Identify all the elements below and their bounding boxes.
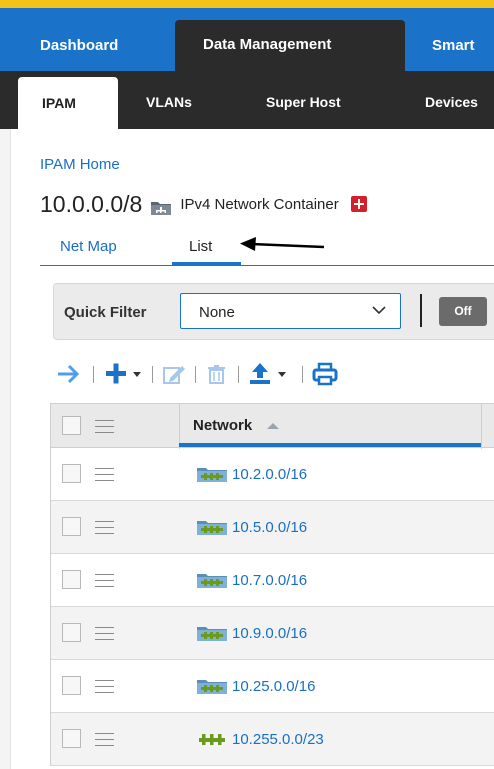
- table-row[interactable]: 10.25.0.0/16: [51, 660, 494, 713]
- subtab-super-host[interactable]: Super Host: [266, 94, 341, 110]
- main-nav: Dashboard Data Management Smart: [0, 8, 494, 71]
- row-checkbox[interactable]: [62, 464, 81, 483]
- quick-filter-bar: Quick Filter None Off: [53, 283, 494, 340]
- row-menu-icon[interactable]: [95, 733, 114, 746]
- tab-data-management[interactable]: Data Management: [175, 20, 405, 71]
- toolbar-separator: [93, 366, 94, 383]
- toolbar-separator: [238, 366, 239, 383]
- network-container-icon: [197, 574, 227, 588]
- quick-filter-value: None: [199, 304, 235, 321]
- tab-net-map[interactable]: Net Map: [60, 238, 117, 255]
- table-row[interactable]: 10.9.0.0/16: [51, 607, 494, 660]
- row-checkbox[interactable]: [62, 570, 81, 589]
- network-container-icon: [150, 199, 172, 216]
- page-title: 10.0.0.0/8: [40, 190, 143, 217]
- network-link[interactable]: 10.25.0.0/16: [232, 678, 315, 695]
- toolbar-separator: [302, 366, 303, 383]
- network-container-icon: [197, 521, 227, 535]
- import-icon[interactable]: [248, 360, 292, 388]
- network-icon: [199, 734, 225, 745]
- divider: [420, 294, 422, 327]
- table-row[interactable]: 10.5.0.0/16: [51, 501, 494, 554]
- network-link[interactable]: 10.255.0.0/23: [232, 731, 324, 748]
- network-container-icon: [197, 627, 227, 641]
- quick-filter-label: Quick Filter: [64, 304, 147, 321]
- active-tab-indicator: [172, 262, 241, 266]
- table-row[interactable]: 10.7.0.0/16: [51, 554, 494, 607]
- row-checkbox[interactable]: [62, 729, 81, 748]
- subtab-vlans[interactable]: VLANs: [146, 94, 192, 110]
- network-link[interactable]: 10.7.0.0/16: [232, 572, 307, 589]
- tab-dashboard[interactable]: Dashboard: [40, 37, 118, 54]
- row-checkbox[interactable]: [62, 676, 81, 695]
- chevron-down-icon: [372, 306, 386, 315]
- grid-toolbar: [56, 360, 436, 388]
- quick-filter-toggle[interactable]: Off: [439, 297, 487, 326]
- sorted-column-indicator: [179, 443, 481, 447]
- tab-list[interactable]: List: [189, 238, 212, 255]
- top-accent-bar: [0, 0, 494, 8]
- row-menu-icon[interactable]: [95, 627, 114, 640]
- add-icon[interactable]: [103, 360, 143, 388]
- flag-icon[interactable]: [350, 196, 367, 212]
- quick-filter-select[interactable]: None: [180, 293, 401, 329]
- column-menu-icon[interactable]: [95, 420, 114, 433]
- network-link[interactable]: 10.9.0.0/16: [232, 625, 307, 642]
- row-checkbox[interactable]: [62, 517, 81, 536]
- page-title-row: 10.0.0.0/8 IPv4 Network Container: [40, 188, 367, 220]
- tab-smart[interactable]: Smart: [432, 37, 475, 54]
- sort-ascending-icon[interactable]: [267, 423, 279, 429]
- network-container-icon: [197, 468, 227, 482]
- select-all-checkbox[interactable]: [62, 416, 81, 435]
- annotation-arrow-icon: [240, 237, 325, 251]
- delete-icon[interactable]: [205, 360, 229, 388]
- network-grid: Network 10.2.0.0/16 10.5.0.0/16 10.7.0.0…: [50, 403, 494, 766]
- subtab-ipam[interactable]: IPAM: [18, 77, 118, 129]
- table-row[interactable]: 10.2.0.0/16: [51, 448, 494, 501]
- row-menu-icon[interactable]: [95, 468, 114, 481]
- row-checkbox[interactable]: [62, 623, 81, 642]
- sub-nav: IPAM VLANs Super Host Devices: [0, 71, 494, 129]
- column-divider: [481, 404, 482, 449]
- row-menu-icon[interactable]: [95, 680, 114, 693]
- row-menu-icon[interactable]: [95, 574, 114, 587]
- network-container-icon: [197, 680, 227, 694]
- table-row[interactable]: 10.255.0.0/23: [51, 713, 494, 766]
- network-link[interactable]: 10.2.0.0/16: [232, 466, 307, 483]
- edit-icon[interactable]: [162, 360, 186, 388]
- breadcrumb-ipam-home[interactable]: IPAM Home: [40, 156, 120, 173]
- column-header-network[interactable]: Network: [193, 417, 252, 434]
- toolbar-separator: [195, 366, 196, 383]
- page-subtitle: IPv4 Network Container: [180, 195, 339, 213]
- row-menu-icon[interactable]: [95, 521, 114, 534]
- left-panel-edge: [0, 129, 11, 769]
- print-icon[interactable]: [312, 360, 338, 388]
- toolbar-separator: [152, 366, 153, 383]
- grid-header: Network: [51, 403, 494, 449]
- network-link[interactable]: 10.5.0.0/16: [232, 519, 307, 536]
- subtab-devices[interactable]: Devices: [425, 94, 478, 110]
- arrow-right-icon[interactable]: [56, 360, 82, 388]
